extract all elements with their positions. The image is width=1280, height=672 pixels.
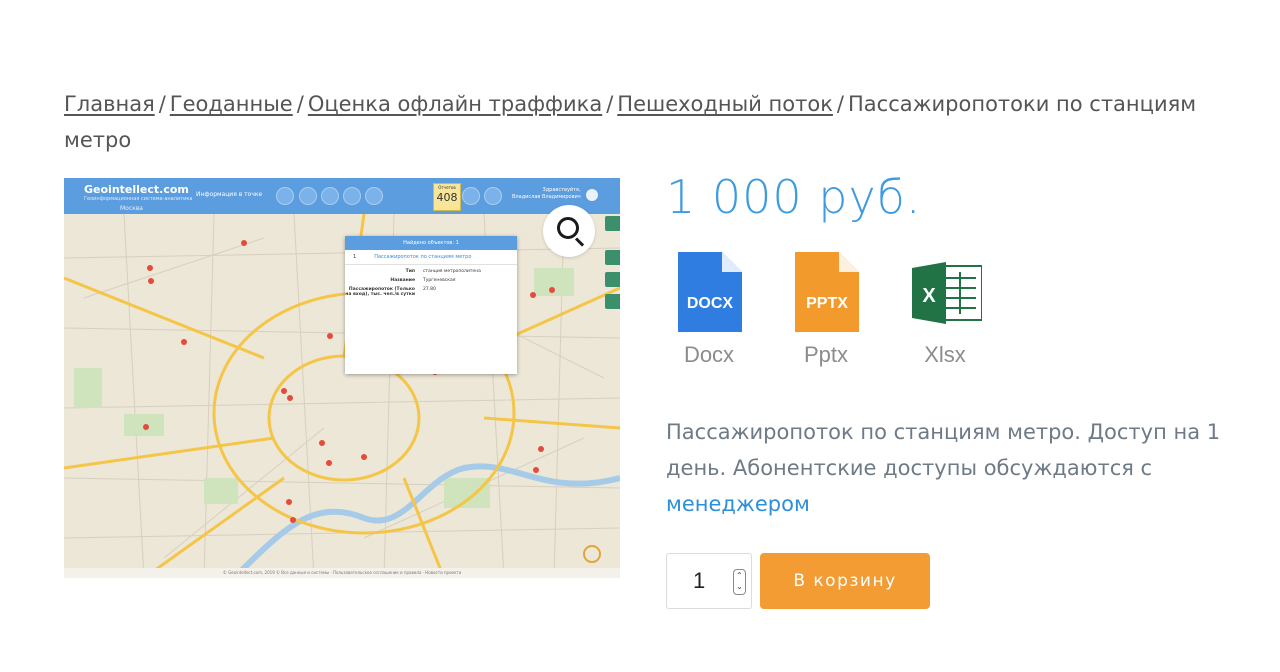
popup-row: Тип станция метрополитена	[405, 269, 481, 274]
breadcrumb-pedestrian-flow[interactable]: Пешеходный поток	[617, 92, 833, 116]
svg-text:DOCX: DOCX	[687, 295, 734, 312]
quantity-value: 1	[693, 568, 706, 593]
map-logo: Geointellect.com Геоинформационная систе…	[84, 183, 193, 202]
map-tool-icon	[321, 187, 339, 205]
map-side-chart-icon	[605, 294, 620, 309]
map-header-bar: Geointellect.com Геоинформационная систе…	[64, 178, 620, 214]
xlsx-label: Xlsx	[924, 342, 966, 367]
map-help-icon	[484, 187, 502, 205]
quantity-spinner[interactable]: ⌃ ⌄	[733, 569, 746, 595]
image-zoom-button[interactable]	[543, 205, 595, 257]
map-tool-icon	[299, 187, 317, 205]
map-side-edit-icon	[605, 250, 620, 265]
xlsx-file-icon: X	[912, 262, 982, 324]
popup-row: Пассажиропоток (Только на вход), тыс. че…	[345, 287, 436, 297]
docx-file-icon: DOCX	[678, 252, 742, 332]
popup-row: Название Тургеневская	[390, 278, 456, 283]
quantity-stepper[interactable]: 1 ⌃ ⌄	[666, 553, 752, 609]
breadcrumb-offline-traffic[interactable]: Оценка офлайн траффика	[308, 92, 602, 116]
magnifier-icon	[557, 217, 579, 239]
svg-text:X: X	[922, 285, 936, 307]
map-tool-icon	[276, 187, 294, 205]
map-avatar-icon	[586, 189, 598, 201]
map-user-info: Здравствуйте, Владислав Владимирович	[512, 187, 581, 200]
product-description: Пассажиропоток по станциям метро. Доступ…	[666, 420, 1221, 516]
map-side-phone-icon	[605, 216, 620, 231]
map-city-label: Москва	[120, 205, 143, 212]
map-background	[64, 213, 620, 578]
popup-navigation: 1 Пассажиропоток по станциям метро	[345, 250, 517, 265]
map-side-layers-icon	[605, 272, 620, 287]
map-footer: © Geointellect.com, 2019 © Все данные и …	[64, 568, 620, 578]
chevron-down-icon[interactable]: ⌄	[736, 582, 743, 591]
breadcrumb: Главная / Геоданные / Оценка офлайн траффика…	[64, 92, 1197, 152]
pptx-label: Pptx	[803, 342, 849, 367]
map-object-popup: Найдено объектов: 1 1 Пассажиропоток по с…	[345, 236, 517, 374]
popup-title: Найдено объектов: 1	[345, 236, 517, 250]
map-search-icon	[462, 187, 480, 205]
map-tool-icon	[365, 187, 383, 205]
map-tool-icon	[343, 187, 361, 205]
product-image[interactable]: Geointellect.com Геоинформационная систе…	[64, 178, 620, 578]
breadcrumb-geodata[interactable]: Геоданные	[170, 92, 293, 116]
manager-link[interactable]: менеджером	[666, 492, 810, 516]
docx-label: Docx	[683, 342, 735, 367]
map-report-counter: Отчетов 408	[433, 183, 461, 211]
breadcrumb-home[interactable]: Главная	[64, 92, 155, 116]
map-info-selector: Информация в точке	[196, 191, 263, 198]
add-to-cart-button[interactable]: В корзину	[760, 553, 930, 609]
chevron-up-icon[interactable]: ⌃	[736, 571, 743, 580]
product-price: 1 000 руб.	[666, 170, 922, 224]
svg-text:PPTX: PPTX	[806, 295, 848, 312]
pptx-file-icon: PPTX	[795, 252, 859, 332]
